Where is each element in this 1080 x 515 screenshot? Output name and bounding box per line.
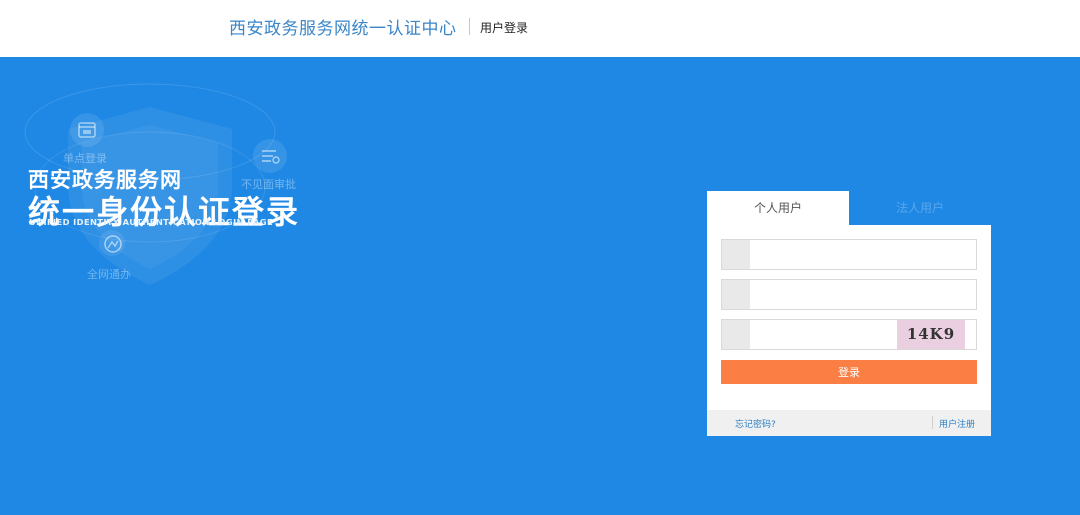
password-input[interactable]: [751, 280, 976, 309]
list-icon: [257, 143, 283, 169]
register-link[interactable]: 用户注册: [939, 417, 975, 430]
tab-legal-user[interactable]: 法人用户: [849, 191, 991, 225]
site-title[interactable]: 西安政务服务网统一认证中心: [229, 14, 457, 39]
login-footer: 忘记密码? 用户注册: [707, 410, 991, 436]
username-input[interactable]: [751, 240, 976, 269]
hero-banner: 单点登录 不见面审批 全网通办 西安政务服务网 统一身份认证登录 UNIFIED…: [0, 57, 1080, 515]
tab-personal-user[interactable]: 个人用户: [707, 191, 849, 225]
title-divider: [469, 18, 470, 35]
hero-english-subtitle: UNIFIED IDENTITY AUTHENTICATION LOGIN PA…: [29, 217, 274, 227]
captcha-image[interactable]: 14K9: [897, 320, 965, 349]
login-button[interactable]: 登录: [721, 360, 977, 384]
password-field: [721, 279, 977, 310]
forgot-password-link[interactable]: 忘记密码?: [735, 417, 776, 430]
globe-icon: [100, 231, 126, 257]
login-panel: 个人用户 法人用户 14K9 登录 忘记密码? 用户注册: [707, 191, 991, 436]
captcha-field-icon: [722, 320, 750, 349]
user-icon: [722, 240, 750, 269]
captcha-input[interactable]: [751, 320, 896, 349]
feature-label-network: 全网通办: [87, 268, 131, 281]
lock-icon: [722, 280, 750, 309]
page-subtitle: 用户登录: [480, 21, 529, 35]
footer-divider: [932, 416, 933, 429]
calendar-icon: [74, 117, 100, 143]
login-tabs: 个人用户 法人用户: [707, 191, 991, 225]
captcha-field: 14K9: [721, 319, 977, 350]
username-field: [721, 239, 977, 270]
top-bar: 西安政务服务网统一认证中心 用户登录: [0, 0, 1080, 57]
login-form: 14K9 登录: [707, 225, 991, 410]
